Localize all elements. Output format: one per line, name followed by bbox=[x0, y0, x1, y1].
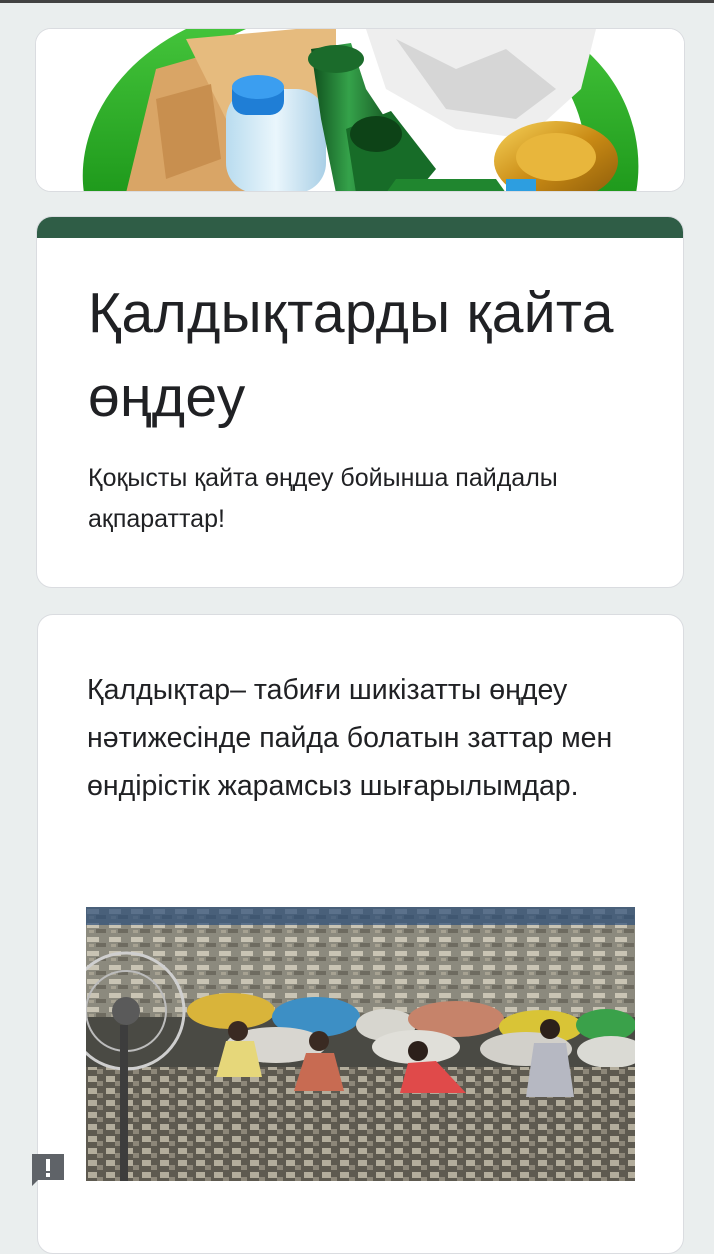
report-feedback-icon bbox=[32, 1154, 64, 1186]
recycling-materials-banner bbox=[36, 29, 684, 191]
waste-sorting-photo-image bbox=[86, 907, 635, 1181]
header-banner bbox=[35, 28, 685, 192]
waste-sorting-photo bbox=[86, 907, 635, 1181]
question-item-card: Қалдықтар– табиғи шикізатты өңдеу нәтиже… bbox=[37, 614, 684, 1254]
theme-accent-bar bbox=[37, 217, 683, 238]
form-header-card: Қалдықтарды қайта өңдеу Қоқысты қайта өң… bbox=[36, 216, 684, 588]
form-description: Қоқысты қайта өңдеу бойынша пайдалы ақпа… bbox=[88, 464, 558, 533]
report-feedback-button[interactable] bbox=[28, 1150, 68, 1190]
form-title: Қалдықтарды қайта өңдеу bbox=[88, 281, 614, 429]
top-status-line bbox=[0, 0, 714, 3]
item-text: Қалдықтар– табиғи шикізатты өңдеу нәтиже… bbox=[87, 674, 613, 802]
